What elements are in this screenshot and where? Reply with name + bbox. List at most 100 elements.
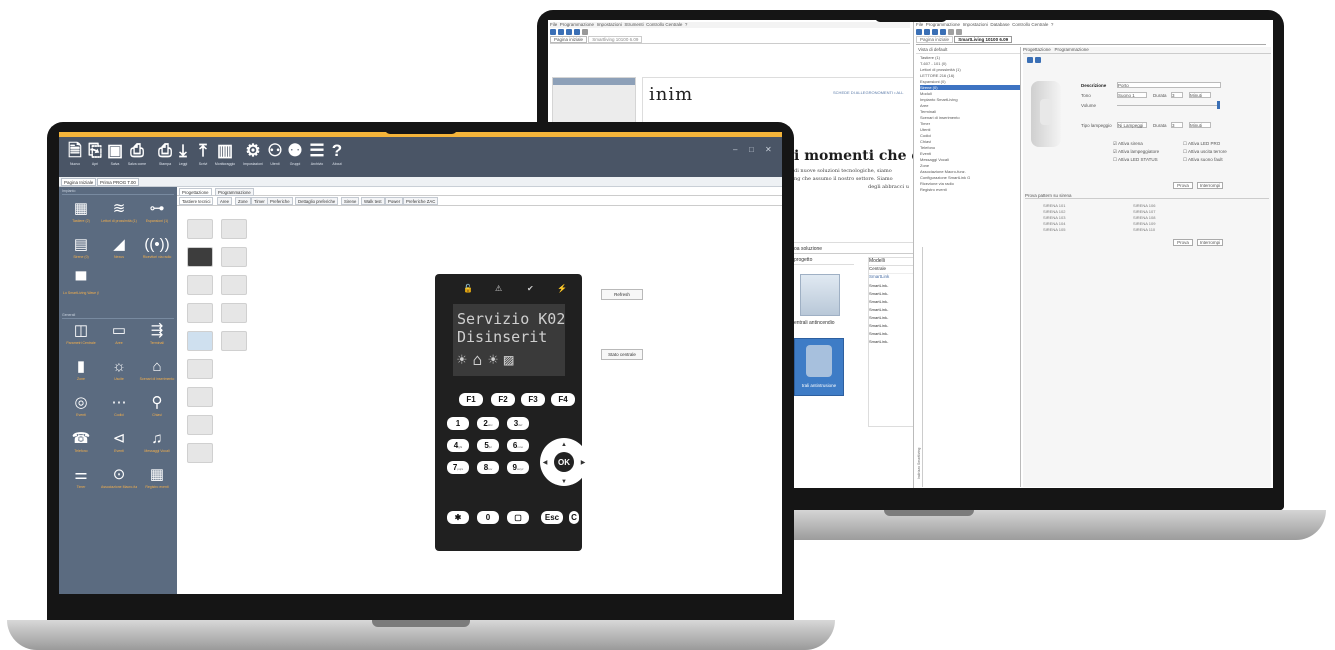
smartlink-item[interactable]: SmartLink- [869,339,915,346]
tab-programmazione[interactable]: Programmazione [215,188,254,196]
key-bottom-3[interactable]: Esc [541,511,563,524]
toolbar-salva-button[interactable]: ▣ Salva [105,141,125,173]
device-thumbnail[interactable] [221,303,247,323]
tree-item[interactable]: Tastiere (1) [920,55,1020,60]
menu-right-database[interactable]: Database [990,22,1009,27]
tree-item[interactable]: Zone [920,163,1020,168]
menu-item-impostazioni[interactable]: Impostazioni [597,22,622,27]
sidebar-item-ricevitori-via-radio[interactable]: ((•)) Ricevitori via radio [139,235,175,269]
sidebar-item-aree[interactable]: ▭ Aree [101,321,137,355]
smartlink-item[interactable]: SmartLink- [869,283,915,290]
sidebar-item-timer[interactable]: ⚌ Timer [63,465,99,499]
tree-item[interactable]: Espansioni (0) [920,79,1020,84]
menu-right-impostazioni[interactable]: Impostazioni [963,22,988,27]
smartlink-item[interactable]: SmartLink- [869,291,915,298]
subtab-tastiere-tecnici[interactable]: Tastiere tecnici [179,197,214,205]
sidebar-item-tastiere-2-[interactable]: ▦ Tastiere (2) [63,199,99,233]
key-bottom-2[interactable]: ▢ [507,511,529,524]
tab-smartliving-right[interactable]: SmartLiving 10100 6.09 [954,36,1013,43]
pattern-item[interactable]: SIRENA 105 [1043,227,1103,232]
subtab-sirene[interactable]: Sirene [341,197,360,205]
key-f2[interactable]: F2 [491,393,515,406]
smartlink-item[interactable]: SmartLink- [869,299,915,306]
tree-item[interactable]: Timer [920,121,1020,126]
select-blink[interactable]: Ni Lampeggi [1117,122,1147,128]
subtab-preferiche-zac[interactable]: Preferiche ZAC [403,197,439,205]
subtab-dettaglio-preferiche[interactable]: Dettaglio preferiche [295,197,339,205]
key-4[interactable]: 4ghi [447,439,469,452]
tree-item[interactable]: Codici [920,133,1020,138]
key-3[interactable]: 3def [507,417,529,430]
subtab-preferiche[interactable]: Preferiche [267,197,293,205]
right-arrow-icon[interactable]: ▶ [581,460,586,466]
device-thumbnail[interactable] [187,415,213,435]
checkbox-led-pro[interactable]: ☐ Attiva LED PRO [1183,141,1220,147]
toolbar-apri-button[interactable]: ⎘ Apri [85,141,105,173]
toolbar-about-button[interactable]: ? About [327,141,347,173]
toolbar-stampa-button[interactable]: ⎙ Stampa [155,141,175,173]
stato-centrale-button[interactable]: Stato centrale [601,349,643,360]
tab-home-right[interactable]: Pagina iniziale [916,36,954,43]
tree-item[interactable]: Scenari di inserimento [920,115,1020,120]
subtab-walk-test[interactable]: Walk test [361,197,385,205]
tree-title[interactable]: Vista di default [916,47,1020,54]
key-bottom-0[interactable]: ✱ [447,511,469,524]
key-f3[interactable]: F3 [521,393,545,406]
tree-item[interactable]: Messaggi Vocali [920,157,1020,162]
menu-item-programmazione[interactable]: Programmazione [560,22,594,27]
maximize-button[interactable]: □ [749,145,754,154]
tab-smartliving[interactable]: Smartliving 10100 6.09 [588,36,643,43]
key-1[interactable]: 1 [447,417,469,430]
select-tone[interactable]: Suono 1 [1117,92,1147,98]
fire-central-image[interactable] [800,274,840,316]
menu-right-file[interactable]: File [916,22,923,27]
menu-right-controllo[interactable]: Controllo Centrale [1012,22,1048,27]
pattern-item[interactable]: SIRENA 110 [1133,227,1193,232]
checkbox-guasti[interactable]: ☐ Attiva suono fault [1183,157,1223,163]
toolbar-nuovo-button[interactable]: 🗎 Nuovo [65,141,85,173]
sidebar-item-lo-smartliving-wave-0-[interactable]: ▀ Lo SmartLiving Wave (0) [63,271,99,305]
checkbox-uscita[interactable]: ☐ Attiva uscita terrore [1183,149,1227,155]
device-thumbnail[interactable] [187,275,213,295]
key-6[interactable]: 6mno [507,439,529,452]
tab-progettazione[interactable]: Progettazione [179,188,212,196]
intrusion-central-selected[interactable]: trali antintrusione [794,338,844,396]
new-icon[interactable] [916,29,922,35]
device-thumbnail[interactable] [187,303,213,323]
prova-button[interactable]: Prova [1173,182,1193,189]
tree-item[interactable]: Impianto SmartLiving [920,97,1020,102]
subtab-aree[interactable]: Aree [217,197,233,205]
toolbar-utenti-button[interactable]: ⚇ Utenti [265,141,285,173]
device-thumbnail[interactable] [187,331,213,351]
device-thumbnail[interactable] [221,331,247,351]
sidebar-item-registro-eventi[interactable]: ▦ Registro eventi [139,465,175,499]
sidebar-item-eventi[interactable]: ◎ Eventi [63,393,99,427]
volume-slider[interactable] [1117,105,1217,106]
left-arrow-icon[interactable]: ◀ [543,460,548,466]
input-description[interactable]: Porto [1117,82,1221,88]
tree-item[interactable]: Registro eventi [920,187,1020,192]
checkbox-sirena[interactable]: ☑ Attiva sirena [1113,141,1143,147]
sidebar-item-eventi[interactable]: ⊲ Eventi [101,429,137,463]
key-8[interactable]: 8tuv [477,461,499,474]
smartlink-group[interactable]: SmartLink [869,274,915,282]
volume-handle[interactable] [1217,101,1220,109]
smartlink-item[interactable]: SmartLink- [869,331,915,338]
interrompi-button[interactable]: Interrompi [1197,182,1223,189]
tree-item[interactable]: LETTORE 216 (16) [920,73,1020,78]
menu-item-file[interactable]: File [550,22,557,27]
select-unit-2[interactable]: Minuti [1189,122,1211,128]
sidebar-item-parametri-centrale[interactable]: ◫ Parametri Centrale [63,321,99,355]
toolbar-salva-come-button[interactable]: ⎙ Salva come [127,141,147,173]
device-thumbnail[interactable] [187,387,213,407]
key-bottom-4[interactable]: C [569,511,579,524]
sidebar-item-nexus[interactable]: ◢ Nexus [101,235,137,269]
checkbox-lampeggiatore[interactable]: ☑ Attiva lampeggiatore [1113,149,1159,155]
key-f4[interactable]: F4 [551,393,575,406]
ok-key-label[interactable]: OK [558,458,570,467]
sidebar-item-messaggi-vocali[interactable]: ♫ Messaggi Vocali [139,429,175,463]
list-icon[interactable] [1027,57,1033,63]
tree-item[interactable]: Sirene (0) [920,85,1020,90]
input-duration-2[interactable]: 3 [1171,122,1183,128]
key-bottom-1[interactable]: 0 [477,511,499,524]
